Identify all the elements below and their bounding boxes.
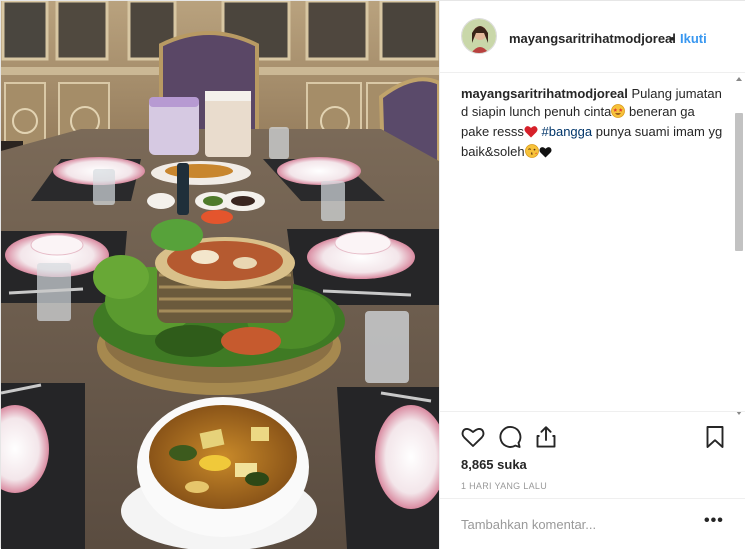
caption-username-link[interactable]: mayangsaritrihatmodjoreal: [461, 86, 628, 101]
post-side-panel: mayangsaritrihatmodjoreal • Ikuti mayang…: [439, 1, 745, 549]
kissing-face-emoji-icon: [524, 144, 539, 163]
speech-bubble-icon: [499, 426, 522, 448]
follow-button[interactable]: Ikuti: [680, 31, 707, 46]
avatar-image: [462, 19, 496, 53]
comment-button[interactable]: [497, 424, 523, 450]
header-username-link[interactable]: mayangsaritrihatmodjoreal: [509, 31, 676, 46]
avatar[interactable]: [461, 18, 497, 54]
post-caption: mayangsaritrihatmodjoreal Pulang jumatan…: [461, 85, 723, 163]
header-separator-dot: •: [670, 31, 675, 46]
share-icon: [536, 426, 556, 448]
post-actions: [440, 411, 745, 457]
comments-scrollbar[interactable]: [734, 73, 744, 419]
share-button[interactable]: [533, 424, 559, 450]
scroll-up-arrow-icon[interactable]: [736, 77, 742, 81]
heart-outline-icon: [461, 427, 485, 447]
save-button[interactable]: [702, 424, 728, 450]
post-header: mayangsaritrihatmodjoreal • Ikuti: [440, 1, 745, 73]
scrollbar-thumb[interactable]: [735, 113, 743, 251]
post-photo[interactable]: [1, 1, 439, 549]
more-options-button[interactable]: •••: [704, 513, 724, 533]
hashtag-link[interactable]: #bangga: [542, 124, 593, 139]
star-struck-emoji-icon: [611, 104, 626, 123]
instagram-post: mayangsaritrihatmodjoreal • Ikuti mayang…: [0, 0, 745, 549]
bookmark-icon: [706, 426, 724, 448]
likes-count[interactable]: 8,865 suka: [461, 457, 527, 472]
black-heart-emoji-icon: [539, 145, 552, 163]
food-table-photo: [1, 1, 439, 549]
post-timestamp[interactable]: 1 HARI YANG LALU: [461, 481, 547, 491]
comment-bar: •••: [440, 498, 745, 549]
heart-emoji-icon: [524, 125, 538, 143]
like-button[interactable]: [460, 424, 486, 450]
comment-input[interactable]: [461, 515, 691, 533]
